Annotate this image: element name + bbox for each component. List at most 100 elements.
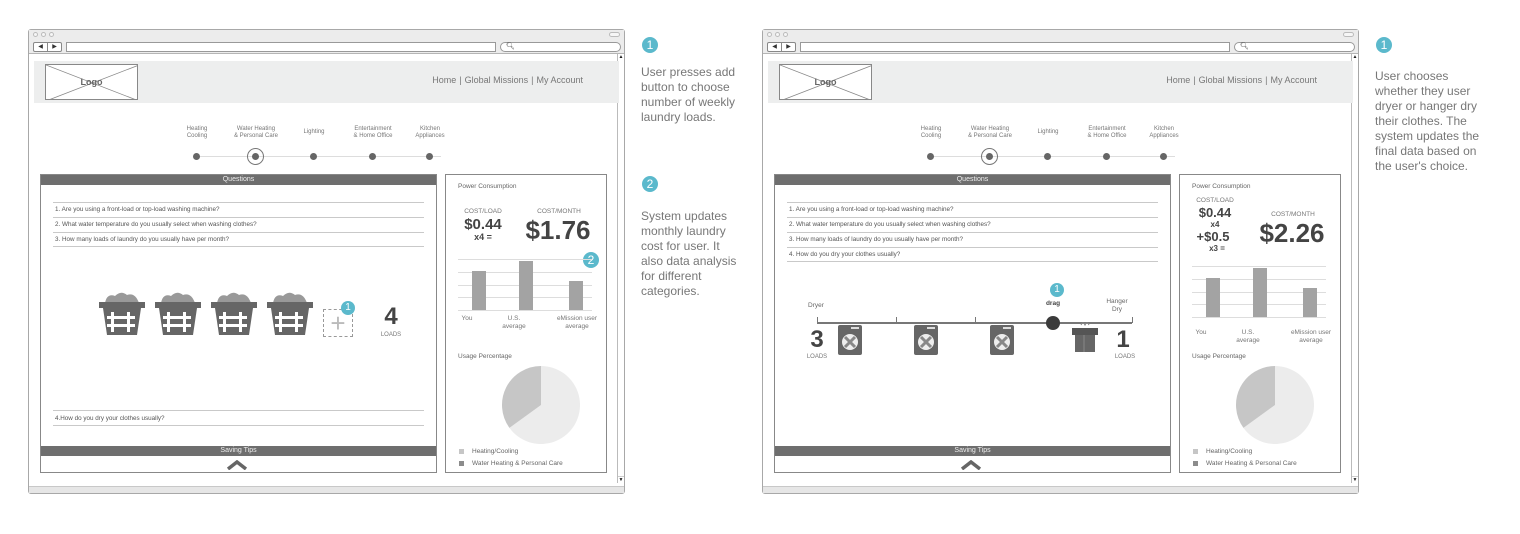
category-dot[interactable]	[369, 153, 376, 160]
gridline	[458, 310, 592, 311]
nav-my-account[interactable]: My Account	[536, 75, 583, 85]
cost-load-value: $0.44	[464, 216, 502, 233]
url-bar[interactable]	[66, 42, 496, 52]
question-item[interactable]: 4. How do you dry your clothes usually?	[787, 247, 1158, 262]
stepper-track	[197, 156, 441, 157]
bar-2	[1303, 287, 1317, 317]
slider-tick	[817, 317, 818, 323]
question-item[interactable]: 3. How many loads of laundry do you usua…	[787, 232, 1158, 247]
category-dot[interactable]	[986, 153, 993, 160]
category-dot[interactable]	[1103, 153, 1110, 160]
scroll-down-arrow-icon[interactable]: ▼	[1352, 476, 1358, 483]
legend-label: Heating/Cooling	[472, 448, 519, 455]
nav-separator: |	[1265, 75, 1268, 85]
slider-handle[interactable]	[1046, 316, 1061, 330]
question-item[interactable]: 1. Are you using a front-load or top-loa…	[787, 202, 1158, 217]
history-nav: ◀ ▶	[33, 42, 62, 52]
question-item[interactable]: 3. How many loads of laundry do you usua…	[53, 232, 424, 247]
slider-left-label: Dryer	[808, 302, 824, 309]
bar-label-you: You	[461, 315, 473, 322]
category-dot[interactable]	[252, 153, 259, 160]
annotation-text-1: User presses add button to choose number…	[641, 65, 736, 124]
close-window-button[interactable]	[33, 32, 38, 37]
category-dot[interactable]	[927, 153, 934, 160]
logo-text: Logo	[814, 77, 837, 87]
bar-label: You	[442, 315, 492, 323]
scroll-up-arrow-icon[interactable]: ▲	[1352, 54, 1358, 61]
legend-label: Water Heating & Personal Care	[472, 460, 563, 467]
category-dot[interactable]	[1044, 153, 1051, 160]
power-consumption-title: Power Consumption	[458, 183, 517, 190]
forward-button[interactable]: ▶	[782, 43, 795, 51]
zoom-window-button[interactable]	[49, 32, 54, 37]
logo[interactable]: Logo	[779, 64, 872, 100]
nav-global-missions[interactable]: Global Missions	[1199, 75, 1263, 85]
vertical-scrollbar[interactable]: ▲ ▼	[617, 54, 624, 483]
close-window-button[interactable]	[767, 32, 772, 37]
category-dot[interactable]	[426, 153, 433, 160]
question-item[interactable]: 2. What water temperature do you usually…	[53, 217, 424, 232]
category-label: Kitchen Appliances	[415, 126, 445, 139]
bar-label-us: U.S. average	[1236, 329, 1260, 344]
minimize-window-button[interactable]	[41, 32, 46, 37]
search-icon: 🔍︎	[1240, 43, 1249, 50]
logo[interactable]: Logo	[45, 64, 138, 100]
chevron-up-icon[interactable]	[226, 460, 248, 470]
browser-search-field[interactable]: 🔍︎	[1234, 42, 1355, 52]
dryer-loads-count: 3	[810, 326, 824, 353]
toolbar-toggle-button[interactable]	[609, 32, 620, 37]
question-item[interactable]: 2. What water temperature do you usually…	[787, 217, 1158, 232]
forward-button[interactable]: ▶	[48, 43, 61, 51]
saving-tips-header[interactable]: Saving Tips	[41, 446, 436, 456]
nav-home[interactable]: Home	[432, 75, 456, 85]
slider-tick	[895, 317, 897, 323]
category-dot[interactable]	[310, 153, 317, 160]
nav-my-account[interactable]: My Account	[1270, 75, 1317, 85]
annotation-text-2: System updates monthly laundry cost for …	[641, 209, 737, 298]
status-bar	[763, 486, 1358, 493]
url-bar[interactable]	[800, 42, 1230, 52]
browser-search-field[interactable]: 🔍︎	[500, 42, 621, 52]
bar-label: You	[1176, 329, 1226, 337]
saving-tips-header[interactable]: Saving Tips	[775, 446, 1170, 456]
window-controls	[767, 32, 788, 37]
legend-swatch	[459, 461, 464, 466]
toolbar-toggle-button[interactable]	[1343, 32, 1354, 37]
bar-label-emission: eMission user average	[1290, 329, 1332, 344]
site-header: Logo Home | Global Missions | My Account	[34, 61, 619, 103]
nav-global-missions[interactable]: Global Missions	[465, 75, 529, 85]
question-item[interactable]: 4.How do you dry your clothes usually?	[53, 410, 424, 426]
scroll-down-arrow-icon[interactable]: ▼	[618, 476, 624, 483]
browser-titlebar: ◀ ▶ 🔍︎	[763, 30, 1358, 54]
bar-label-you: You	[1195, 329, 1207, 336]
bar-label: U.S. average	[489, 315, 539, 331]
question-item[interactable]: 1. Are you using a front-load or top-loa…	[53, 202, 424, 217]
back-button[interactable]: ◀	[768, 43, 782, 51]
hanger-loads-label: LOADS	[1114, 354, 1136, 360]
legend-swatch	[1193, 461, 1198, 466]
bar-1	[519, 261, 533, 310]
browser-window-1: ◀ ▶ 🔍︎ ▲ ▼ Logo Home | Global Missions | My A…	[28, 29, 625, 494]
dryer-machine-icon	[838, 325, 862, 355]
annotation-badge-1: 1	[1050, 283, 1064, 297]
category-kitchen[interactable]: Kitchen Appliances	[1129, 126, 1199, 160]
slider-tick	[974, 317, 976, 323]
pie-chart	[1236, 366, 1314, 444]
category-dot[interactable]	[1160, 153, 1167, 160]
laundry-basket-icon	[99, 292, 145, 335]
annotation-badge-2: 2	[642, 176, 658, 192]
nav-home[interactable]: Home	[1166, 75, 1190, 85]
back-button[interactable]: ◀	[34, 43, 48, 51]
vertical-scrollbar[interactable]: ▲ ▼	[1351, 54, 1358, 483]
category-dot[interactable]	[193, 153, 200, 160]
nav-separator: |	[1193, 75, 1196, 85]
cost-month-value: $1.76	[525, 215, 591, 245]
minimize-window-button[interactable]	[775, 32, 780, 37]
laundry-basket-icon	[267, 292, 313, 335]
zoom-window-button[interactable]	[783, 32, 788, 37]
chevron-up-icon[interactable]	[960, 460, 982, 470]
scroll-up-arrow-icon[interactable]: ▲	[618, 54, 624, 61]
category-kitchen[interactable]: Kitchen Appliances	[395, 126, 465, 160]
power-consumption-title: Power Consumption	[1192, 183, 1251, 190]
gridline	[1192, 266, 1326, 267]
